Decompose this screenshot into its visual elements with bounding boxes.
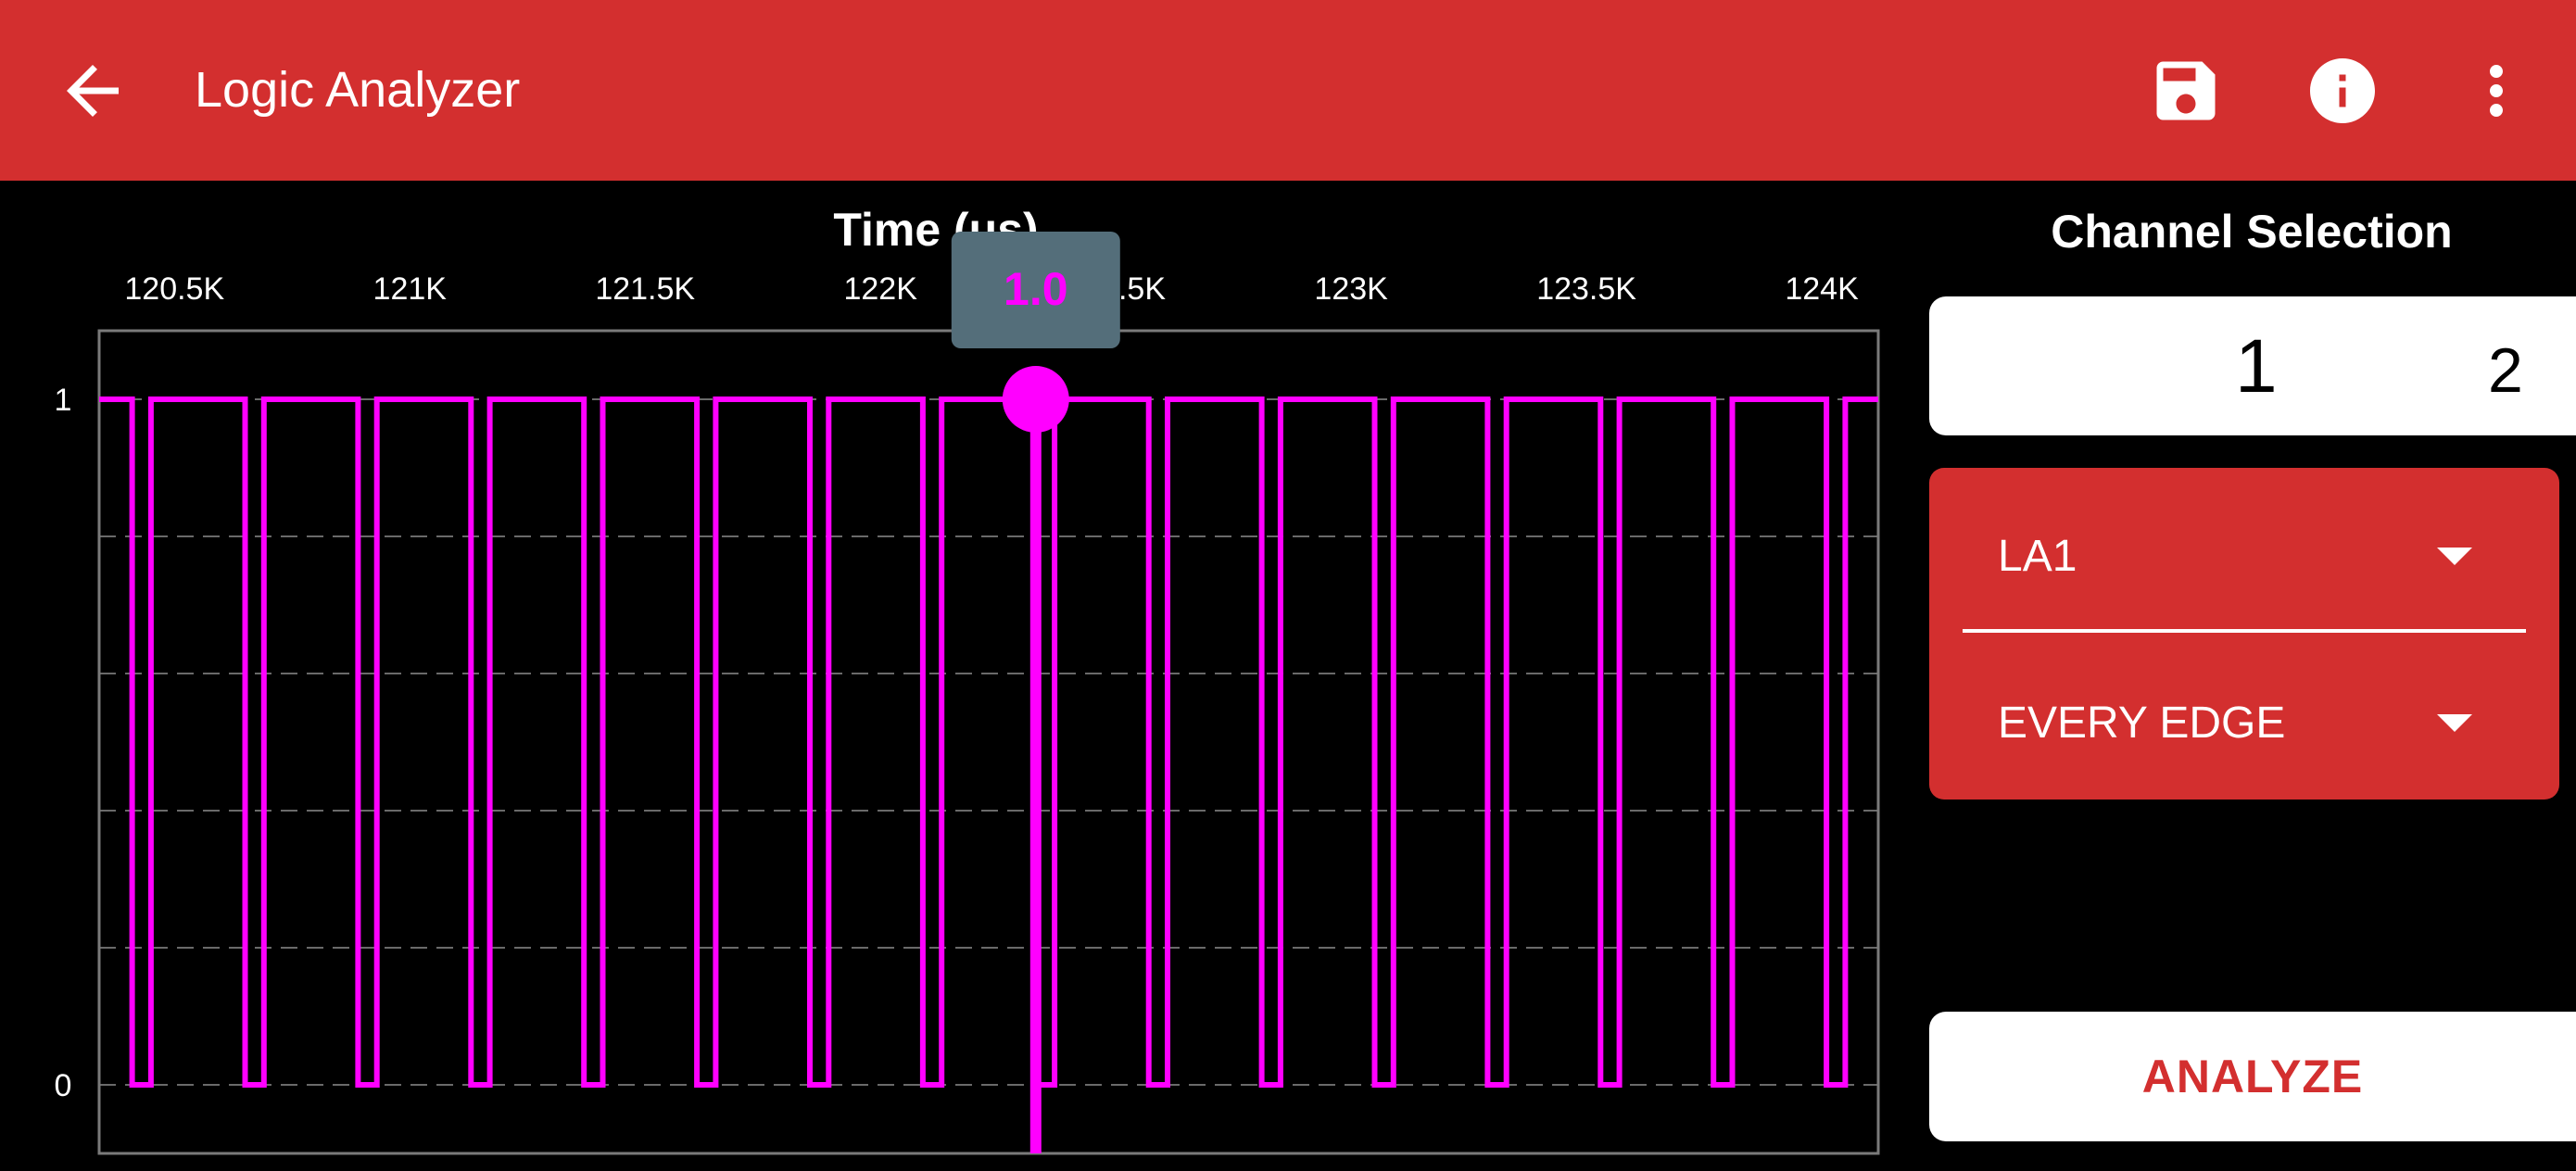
x-tick-label: 122K <box>843 271 917 307</box>
value-tooltip-text: 1.0 <box>1004 263 1068 315</box>
channel-dropdown[interactable]: LA1 <box>1929 496 2559 616</box>
channel-dropdown-value: LA1 <box>1998 532 2077 581</box>
more-vert-icon[interactable] <box>2457 52 2535 130</box>
x-tick-label: 121.5K <box>595 271 695 307</box>
back-arrow-icon[interactable] <box>54 52 132 130</box>
signal-line-la1 <box>99 397 1878 1088</box>
page-title: Logic Analyzer <box>195 62 521 118</box>
logic-analyzer-chart[interactable]: Time (us) 120.5K121K121.5K122K122.5K123K… <box>0 181 1909 1171</box>
trigger-dropdown-value: EVERY EDGE <box>1998 699 2286 748</box>
channel-number-selected[interactable]: 1 <box>2235 321 2278 413</box>
channel-number-option[interactable]: 2 <box>2488 334 2523 408</box>
cursor-marker[interactable] <box>1002 366 1069 433</box>
app-bar: Logic Analyzer <box>0 0 2576 181</box>
trigger-dropdown[interactable]: EVERY EDGE <box>1929 662 2559 783</box>
channel-selection-title: Channel Selection <box>2051 206 2453 258</box>
x-tick-label: 121K <box>373 271 448 307</box>
channel-number-picker[interactable]: 1 2 <box>1929 296 2576 435</box>
chart-canvas[interactable]: Time (us) 120.5K121K121.5K122K122.5K123K… <box>0 181 1909 1171</box>
x-tick-label: 123K <box>1314 271 1388 307</box>
dropdown-arrow-icon <box>2437 548 2472 565</box>
x-tick-label: 123.5K <box>1536 271 1636 307</box>
x-tick-label: 124K <box>1785 271 1859 307</box>
y-tick-label: 0 <box>55 1068 72 1103</box>
y-tick-label: 1 <box>55 383 72 418</box>
plot-border <box>97 329 1880 1155</box>
channel-settings-card: LA1 EVERY EDGE <box>1929 468 2559 800</box>
analyze-button[interactable]: ANALYZE <box>1929 1012 2576 1141</box>
save-icon[interactable] <box>2147 52 2225 130</box>
dropdown-arrow-icon <box>2437 714 2472 732</box>
info-icon[interactable] <box>2304 52 2381 130</box>
divider <box>1963 629 2526 633</box>
x-tick-label: 120.5K <box>124 271 224 307</box>
